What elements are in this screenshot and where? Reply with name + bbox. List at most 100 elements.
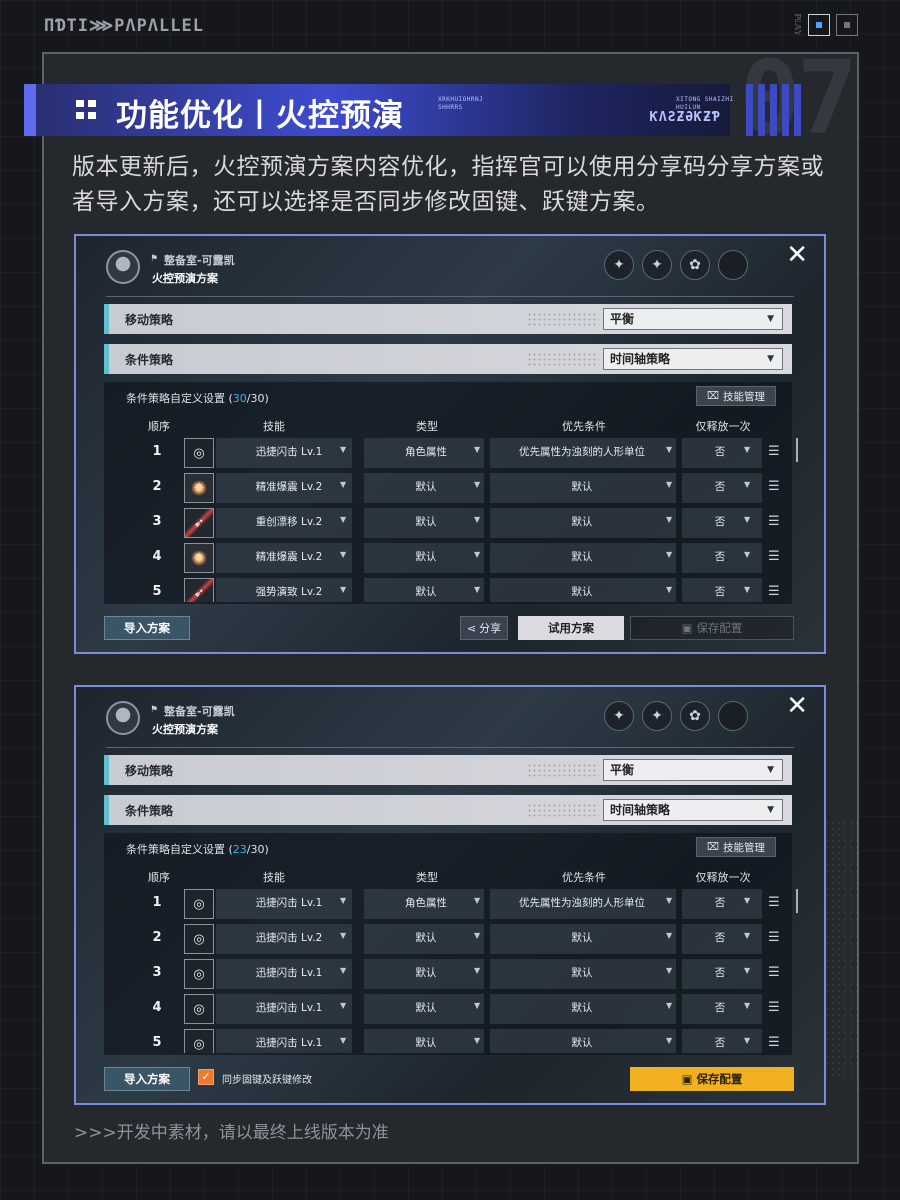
type-select[interactable]: 角色属性 (384, 444, 468, 459)
once-select[interactable]: 否 (700, 895, 740, 910)
chevron-down-icon: ▼ (474, 585, 481, 594)
drag-handle-icon[interactable]: ☰ (768, 514, 780, 529)
pager: ℙ𝕃𝔸𝕐 (793, 14, 858, 36)
badge-icon[interactable]: ✦ (642, 250, 672, 280)
move-strategy-select[interactable]: 平衡 ▼ (603, 759, 783, 781)
scrollbar[interactable] (796, 438, 798, 462)
drag-handle-icon[interactable]: ☰ (768, 965, 780, 980)
priority-select[interactable]: 默认 (500, 965, 664, 980)
once-select[interactable]: 否 (700, 514, 740, 529)
table-row[interactable]: 3 ➶ 重创漂移 Lv.2 ▼ 默认 ▼ 默认 ▼ 否 ▼ ☰ (104, 506, 792, 541)
share-button[interactable]: ⋖ 分享 (460, 616, 508, 640)
table-row[interactable]: 1 ◎ 迅捷闪击 Lv.1 ▼ 角色属性 ▼ 优先属性为浊刻的人形单位 ▼ 否 ▼ ☰ (104, 887, 792, 922)
custom-prefix: 条件策略自定义设置 ( (126, 392, 233, 405)
custom-settings-header: 条件策略自定义设置 (30/30) (126, 390, 269, 406)
move-strategy-select[interactable]: 平衡 ▼ (603, 308, 783, 330)
once-select[interactable]: 否 (700, 549, 740, 564)
skill-select[interactable]: 迅捷闪击 Lv.2 (244, 930, 334, 945)
type-select[interactable]: 默认 (384, 549, 468, 564)
sync-checkbox[interactable]: ✓ (198, 1069, 214, 1085)
import-plan-button[interactable]: 导入方案 (104, 1067, 190, 1091)
table-row[interactable]: 1 ◎ 迅捷闪击 Lv.1 ▼ 角色属性 ▼ 优先属性为浊刻的人形单位 ▼ 否 ▼ ☰ (104, 436, 792, 471)
drag-handle-icon[interactable]: ☰ (768, 549, 780, 564)
drag-handle-icon[interactable]: ☰ (768, 1000, 780, 1015)
skill-select[interactable]: 精准爆震 Lv.2 (244, 479, 334, 494)
priority-select[interactable]: 默认 (500, 930, 664, 945)
pager-dot-active[interactable] (808, 14, 830, 36)
chevron-down-icon: ▼ (474, 515, 481, 524)
once-select[interactable]: 否 (700, 444, 740, 459)
drag-handle-icon[interactable]: ☰ (768, 479, 780, 494)
type-select[interactable]: 默认 (384, 930, 468, 945)
close-icon[interactable]: ✕ (786, 242, 808, 268)
skill-select[interactable]: 迅捷闪击 Lv.1 (244, 965, 334, 980)
type-select[interactable]: 默认 (384, 514, 468, 529)
once-select[interactable]: 否 (700, 479, 740, 494)
col-once: 仅释放一次 (695, 871, 751, 884)
chevron-down-icon: ▼ (340, 966, 347, 975)
cond-strategy-select[interactable]: 时间轴策略 ▼ (603, 348, 783, 370)
skill-manage-icon: ⌧ (706, 841, 720, 853)
badge-icon[interactable]: ✦ (604, 701, 634, 731)
table-row[interactable]: 4 ◎ 迅捷闪击 Lv.1 ▼ 默认 ▼ 默认 ▼ 否 ▼ ☰ (104, 992, 792, 1027)
drag-handle-icon[interactable]: ☰ (768, 930, 780, 945)
priority-select[interactable]: 默认 (500, 1000, 664, 1015)
table-row[interactable]: 5 ➶ 强势演致 Lv.2 ▼ 默认 ▼ 默认 ▼ 否 ▼ ☰ (104, 576, 792, 602)
drag-handle-icon[interactable]: ☰ (768, 584, 780, 599)
skill-manage-button[interactable]: ⌧ 技能管理 (696, 386, 776, 406)
close-icon[interactable]: ✕ (786, 693, 808, 719)
badge-icon[interactable]: ✦ (642, 701, 672, 731)
type-select[interactable]: 角色属性 (384, 895, 468, 910)
badge-empty-slot[interactable] (718, 250, 748, 280)
avatar (106, 701, 140, 735)
table-row[interactable]: 4 ✸ 精准爆震 Lv.2 ▼ 默认 ▼ 默认 ▼ 否 ▼ ☰ (104, 541, 792, 576)
type-select[interactable]: 默认 (384, 1000, 468, 1015)
priority-select[interactable]: 优先属性为浊刻的人形单位 (500, 895, 664, 910)
type-select[interactable]: 默认 (384, 1035, 468, 1050)
try-plan-button[interactable]: 试用方案 (518, 616, 624, 640)
table-row[interactable]: 3 ◎ 迅捷闪击 Lv.1 ▼ 默认 ▼ 默认 ▼ 否 ▼ ☰ (104, 957, 792, 992)
chevron-down-icon: ▼ (666, 896, 673, 905)
priority-select[interactable]: 默认 (500, 479, 664, 494)
skill-select[interactable]: 迅捷闪击 Lv.1 (244, 895, 334, 910)
once-select[interactable]: 否 (700, 584, 740, 599)
skill-select[interactable]: 迅捷闪击 Lv.1 (244, 1000, 334, 1015)
drag-handle-icon[interactable]: ☰ (768, 444, 780, 459)
skill-icon: ➶ (184, 508, 214, 538)
type-select[interactable]: 默认 (384, 584, 468, 599)
save-config-button[interactable]: ▣ 保存配置 (630, 1067, 794, 1091)
cond-strategy-select[interactable]: 时间轴策略 ▼ (603, 799, 783, 821)
skill-select[interactable]: 重创漂移 Lv.2 (244, 514, 334, 529)
table-row[interactable]: 5 ◎ 迅捷闪击 Lv.1 ▼ 默认 ▼ 默认 ▼ 否 ▼ ☰ (104, 1027, 792, 1053)
badge-icon[interactable]: ✿ (680, 701, 710, 731)
drag-handle-icon[interactable]: ☰ (768, 895, 780, 910)
priority-select[interactable]: 优先属性为浊刻的人形单位 (500, 444, 664, 459)
once-select[interactable]: 否 (700, 930, 740, 945)
priority-select[interactable]: 默认 (500, 584, 664, 599)
once-select[interactable]: 否 (700, 1035, 740, 1050)
table-row[interactable]: 2 ✸ 精准爆震 Lv.2 ▼ 默认 ▼ 默认 ▼ 否 ▼ ☰ (104, 471, 792, 506)
priority-select[interactable]: 默认 (500, 549, 664, 564)
scrollbar[interactable] (796, 889, 798, 913)
skill-manage-button[interactable]: ⌧ 技能管理 (696, 837, 776, 857)
pager-dot[interactable] (836, 14, 858, 36)
skill-select[interactable]: 迅捷闪击 Lv.1 (244, 444, 334, 459)
badge-icon[interactable]: ✿ (680, 250, 710, 280)
badge-icon[interactable]: ✦ (604, 250, 634, 280)
type-select[interactable]: 默认 (384, 479, 468, 494)
badge-empty-slot[interactable] (718, 701, 748, 731)
table-row[interactable]: 2 ◎ 迅捷闪击 Lv.2 ▼ 默认 ▼ 默认 ▼ 否 ▼ ☰ (104, 922, 792, 957)
skill-select[interactable]: 精准爆震 Lv.2 (244, 549, 334, 564)
priority-select[interactable]: 默认 (500, 1035, 664, 1050)
import-plan-button[interactable]: 导入方案 (104, 616, 190, 640)
once-select[interactable]: 否 (700, 965, 740, 980)
type-select[interactable]: 默认 (384, 965, 468, 980)
page-title: 功能优化丨火控预演 (116, 98, 404, 134)
skill-select[interactable]: 强势演致 Lv.2 (244, 584, 334, 599)
chevron-down-icon: ▼ (474, 445, 481, 454)
priority-select[interactable]: 默认 (500, 514, 664, 529)
flag-icon: ⚑ (150, 705, 159, 715)
skill-select[interactable]: 迅捷闪击 Lv.1 (244, 1035, 334, 1050)
once-select[interactable]: 否 (700, 1000, 740, 1015)
drag-handle-icon[interactable]: ☰ (768, 1035, 780, 1050)
